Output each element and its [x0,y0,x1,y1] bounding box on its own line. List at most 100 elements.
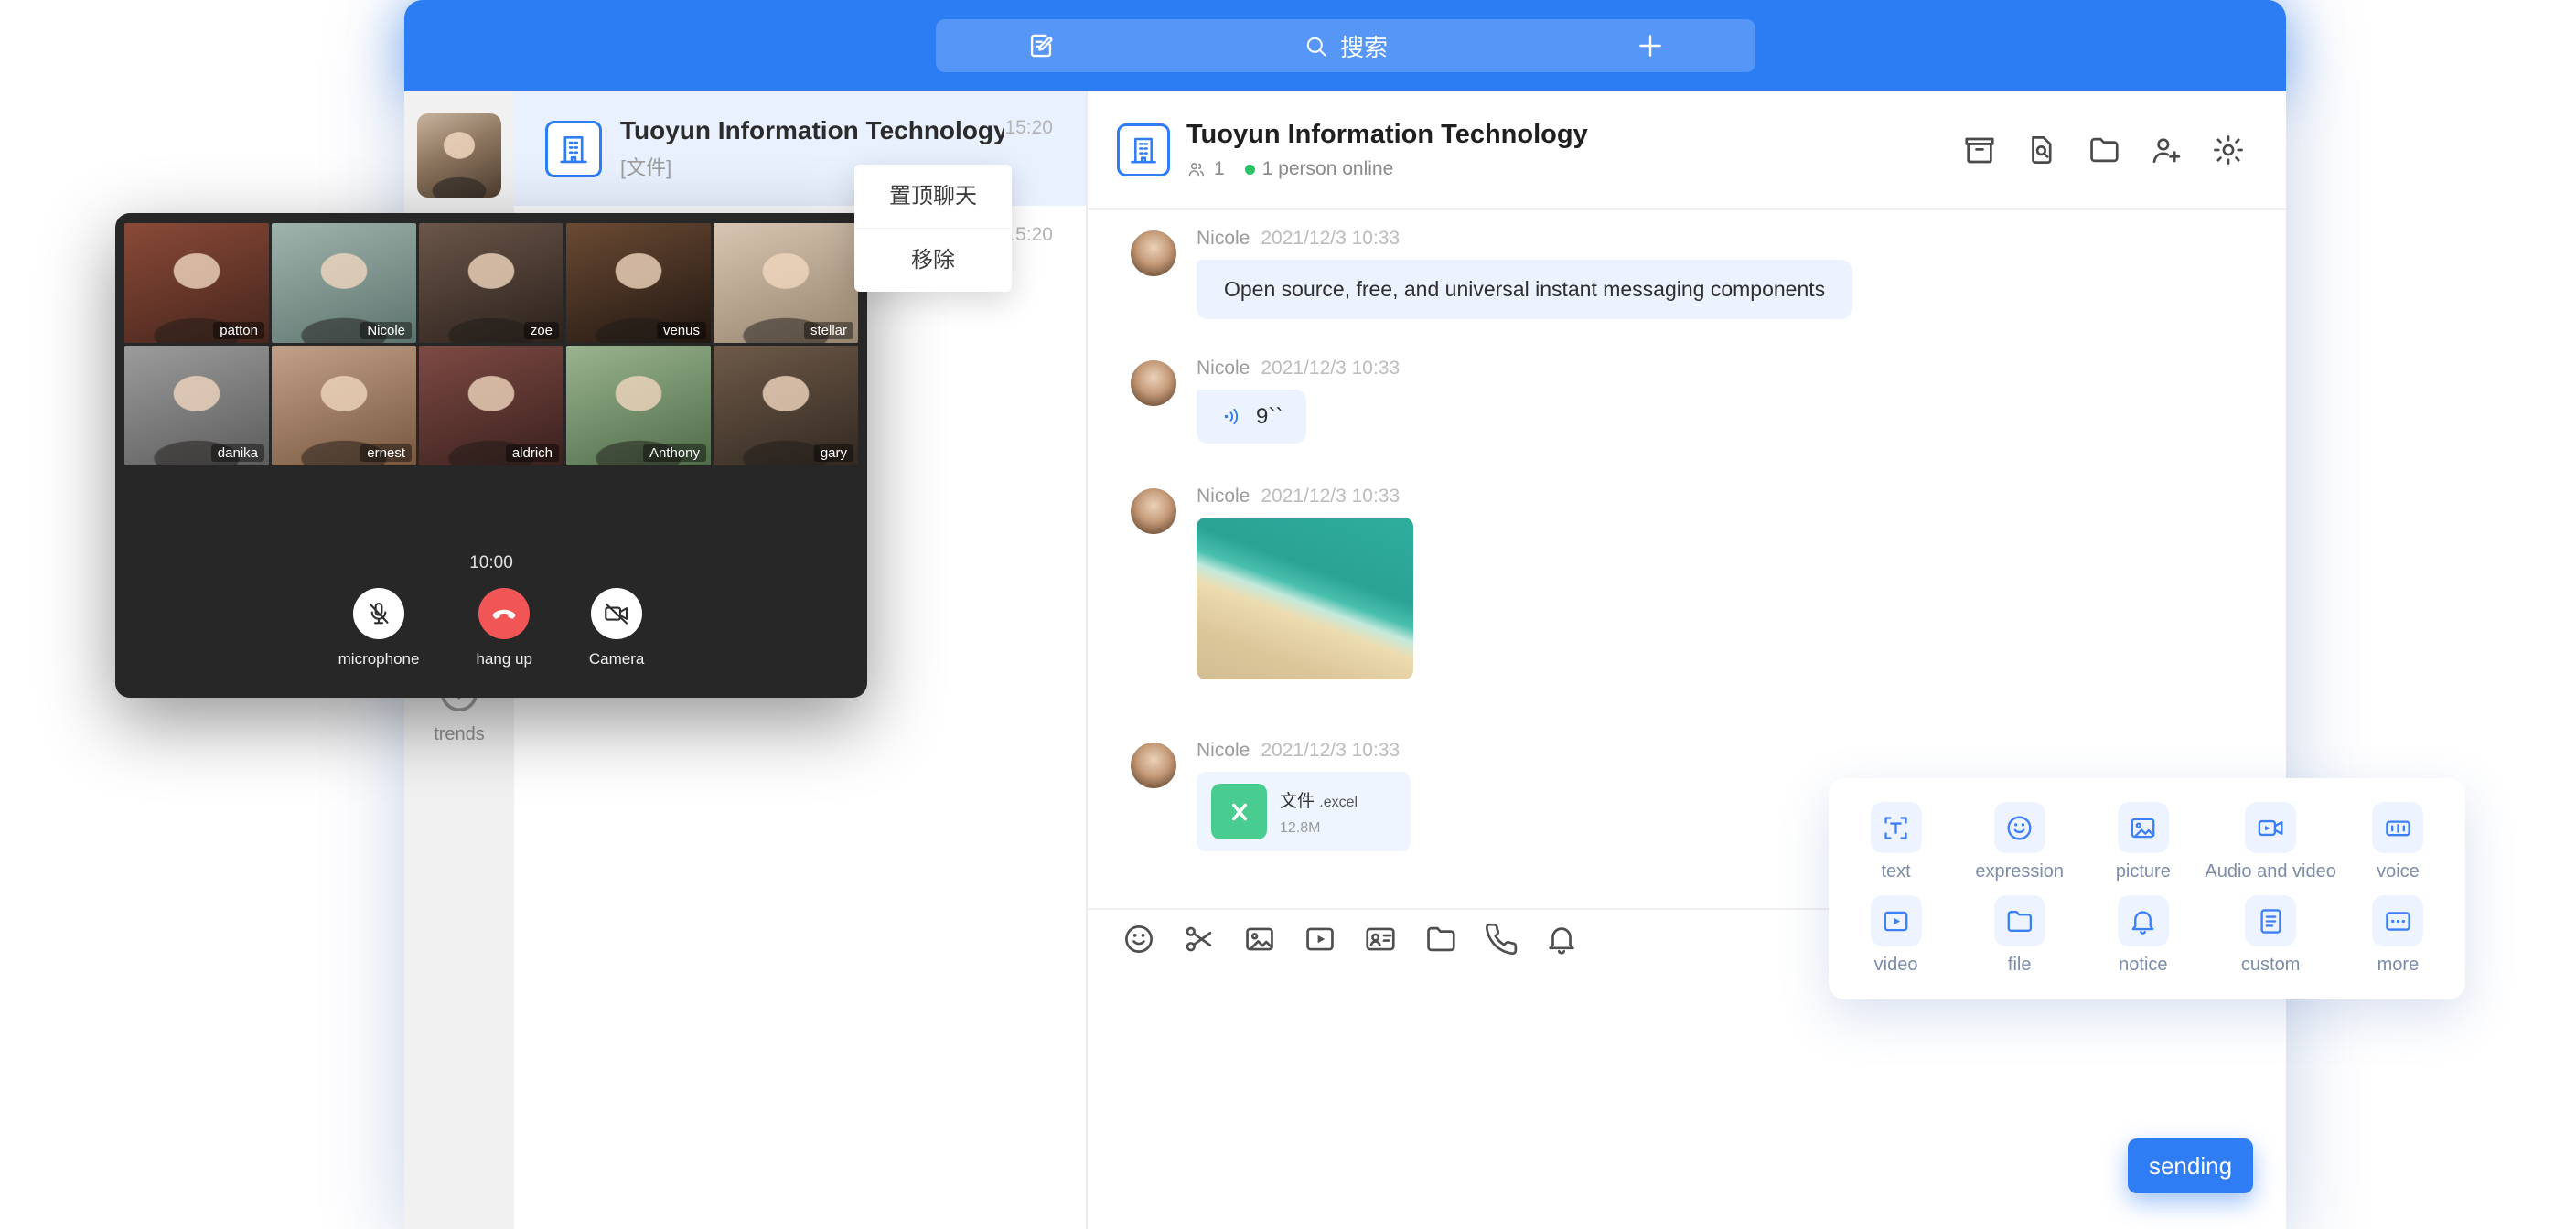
send-video-button[interactable] [1303,922,1337,956]
call-phone-icon [1484,922,1519,956]
settings-button[interactable] [2211,133,2246,167]
panel-item-video[interactable]: video [1834,895,1958,976]
send-image-button[interactable] [1242,922,1277,956]
chat-history-search-icon [2024,133,2059,167]
topbar: 搜索 [404,0,2286,91]
mic-muted-icon [365,600,392,627]
add-button[interactable] [1545,30,1755,61]
send-file-button[interactable] [1423,922,1458,956]
sender-avatar[interactable] [1131,743,1176,788]
audio-video-camera-icon [2256,813,2286,843]
participant-name: Nicole [360,322,412,339]
members-icon [1186,159,1207,179]
video-icon [1303,922,1337,956]
microphone-toggle[interactable]: microphone [338,588,420,668]
conversation-context-menu: 置顶聊天 移除 [854,165,1012,292]
participant-name: gary [814,444,853,462]
chat-header-texts: Tuoyun Information Technology 1 1 person… [1186,120,1588,180]
file-name: 文件 [1280,792,1315,811]
participant-tile: Nicole [272,223,416,343]
plus-icon [1635,30,1666,61]
participant-tile: aldrich [419,346,564,465]
call-button[interactable] [1484,922,1519,956]
search-input[interactable]: 搜索 [1146,29,1545,63]
conversation-time: 15:20 [1004,224,1053,246]
group-files-button[interactable] [2087,133,2121,167]
panel-item-expression[interactable]: expression [1958,802,2081,882]
notice-bell-icon [2128,906,2158,936]
user-avatar[interactable] [417,113,501,198]
sender-avatar[interactable] [1131,488,1176,534]
participant-name: venus [657,322,706,339]
online-status: 1 person online [1262,158,1394,180]
settings-gear-icon [2211,133,2246,167]
panel-item-audio-video[interactable]: Audio and video [2205,802,2335,882]
panel-item-custom[interactable]: custom [2205,895,2335,976]
call-controls: microphone hang up Camera [124,588,858,668]
voice-bubble[interactable]: 9`` [1197,390,1306,444]
announcement-icon [1962,133,1997,167]
camera-toggle[interactable]: Camera [589,588,644,668]
notice-button[interactable] [1544,922,1579,956]
compose-note-button[interactable] [936,30,1146,61]
notice-bell-icon [1544,922,1579,956]
text-bubble: Open source, free, and universal instant… [1197,260,1852,319]
participant-name: stellar [804,322,853,339]
message-time: 2021/12/3 10:33 [1261,358,1400,379]
control-label: hang up [476,650,531,668]
note-compose-icon [1025,30,1057,61]
send-button[interactable]: sending [2128,1138,2253,1193]
contact-card-button[interactable] [1363,922,1398,956]
sender-avatar[interactable] [1131,230,1176,276]
panel-item-notice[interactable]: notice [2081,895,2205,976]
panel-item-text[interactable]: text [1834,802,1958,882]
topbar-search-pill: 搜索 [936,19,1755,72]
message-type-panel: text expression picture Audio and video … [1829,778,2465,999]
participant-tile: danika [124,346,269,465]
video-call-window: patton Nicole zoe venus stellar danika e… [115,213,867,698]
trends-label: trends [434,724,485,745]
company-building-icon [1127,134,1160,166]
message-header: Nicole2021/12/3 10:33 [1197,485,2286,508]
participant-name: danika [211,444,264,462]
chat-history-search-button[interactable] [2024,133,2059,167]
message-header: Nicole2021/12/3 10:33 [1197,739,2286,763]
participant-tile: stellar [714,223,858,343]
menu-item-pin-chat[interactable]: 置顶聊天 [854,165,1012,228]
camera-off-icon [603,600,630,627]
message-voice: Nicole2021/12/3 10:33 9`` [1088,357,2286,444]
emoji-button[interactable] [1122,922,1156,956]
voice-wave-icon [1220,404,1245,429]
message-header: Nicole2021/12/3 10:33 [1197,357,2286,380]
file-attachment[interactable]: 文件 .excel 12.8M [1197,772,1411,851]
conversation-avatar [545,121,602,177]
call-timer: 10:00 [124,553,858,573]
add-member-button[interactable] [2149,133,2184,167]
hang-up-icon [490,600,518,627]
participant-tile: patton [124,223,269,343]
group-folder-icon [2087,133,2121,167]
screenshot-scissors-icon [1182,922,1217,956]
control-label: Camera [589,650,644,668]
video-play-icon [1881,906,1911,936]
panel-item-voice[interactable]: voice [2336,802,2460,882]
participant-tile: ernest [272,346,416,465]
screenshot-button[interactable] [1182,922,1217,956]
panel-item-file[interactable]: file [1958,895,2081,976]
panel-item-more[interactable]: more [2336,895,2460,976]
member-count: 1 [1214,158,1225,180]
file-folder-icon [1423,922,1458,956]
menu-item-remove[interactable]: 移除 [854,228,1012,292]
add-member-icon [2149,133,2184,167]
image-attachment[interactable] [1197,518,1413,679]
participant-tile: zoe [419,223,564,343]
app-screen: 搜索 trends Tuoyun Information T [0,0,2576,1229]
participant-name: zoe [524,322,559,339]
announcement-button[interactable] [1962,133,1997,167]
sender-avatar[interactable] [1131,360,1176,406]
hang-up-button[interactable]: hang up [476,588,531,668]
panel-item-picture[interactable]: picture [2081,802,2205,882]
participant-name: ernest [360,444,412,462]
sender-name: Nicole [1197,228,1250,249]
chat-meta: 1 1 person online [1186,158,1588,180]
